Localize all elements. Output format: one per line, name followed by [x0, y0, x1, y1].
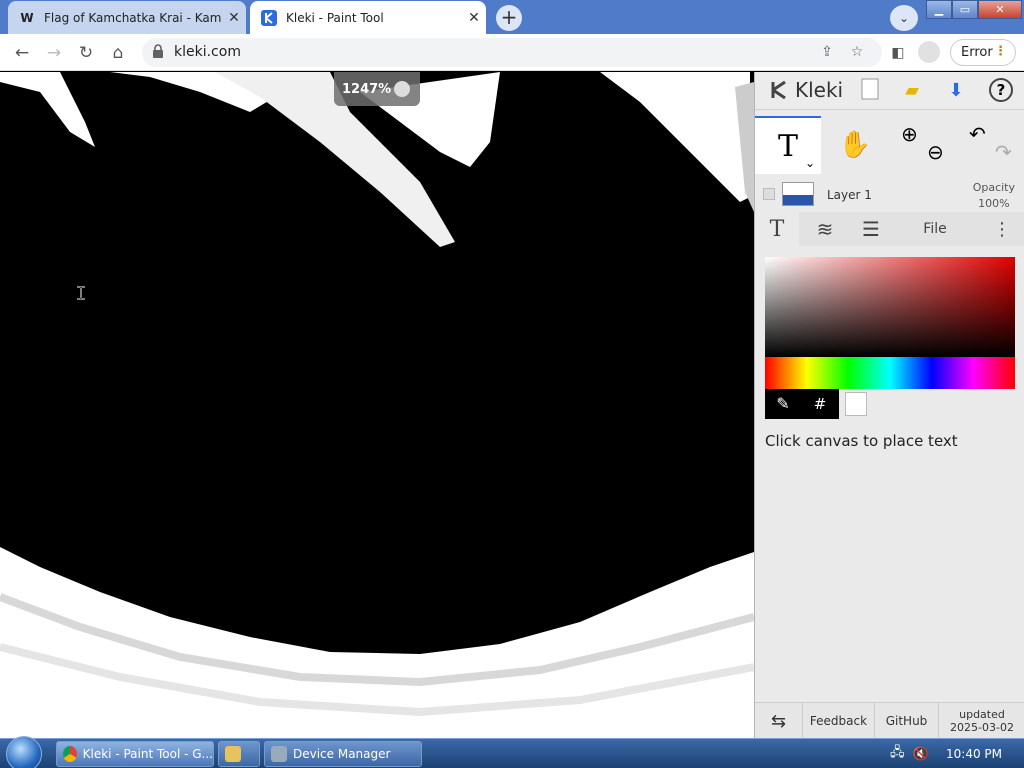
zoom-tool: ⊕ ⊖	[893, 116, 953, 174]
menu-dots-icon: ⋮	[994, 44, 1007, 59]
clock[interactable]: 10:40 PM	[946, 747, 1002, 761]
updated-label: updated	[959, 708, 1005, 721]
github-link[interactable]: GitHub	[875, 703, 939, 739]
taskbar-item-label: Device Manager	[293, 747, 391, 761]
taskbar-item-label: Kleki - Paint Tool - G...	[82, 747, 213, 761]
zoom-out-icon[interactable]: ⊖	[927, 140, 944, 164]
home-icon[interactable]: ⌂	[106, 41, 130, 65]
taskbar-item-explorer[interactable]	[218, 741, 260, 767]
kleki-icon	[260, 9, 278, 27]
volume-muted-icon[interactable]: 🔇	[913, 747, 929, 762]
tab-close-icon[interactable]: ✕	[222, 10, 246, 26]
kleki-logo-icon	[771, 80, 786, 100]
reload-icon[interactable]: ↻	[74, 41, 98, 65]
zoom-in-icon[interactable]: ⊕	[901, 122, 918, 146]
kleki-side-panel: Kleki ▰ ⬇ ? T ⌄ ✋ ⊕ ⊖ ↶ ↷ Layer 1 Opacit…	[754, 72, 1024, 739]
layer-row[interactable]: Layer 1 Opacity 100%	[755, 176, 1024, 212]
panel-header: Kleki ▰ ⬇ ?	[755, 72, 1024, 110]
canvas-image	[0, 72, 754, 738]
swap-panel-side-icon[interactable]: ⇆	[755, 703, 803, 739]
updated-date: 2025-03-02	[950, 721, 1014, 734]
panel-tabs: T ≋ ☰ File ⋮	[755, 212, 1024, 246]
color-controls: ✎ #	[765, 389, 1015, 419]
updated-info: updated 2025-03-02	[939, 703, 1024, 739]
tab-title: Flag of Kamchatka Krai - Kamchatka	[44, 10, 222, 25]
more-menu-icon[interactable]: ⋮	[987, 212, 1017, 246]
browser-toolbar: ← → ↻ ⌂ kleki.com ⇪ ☆ ◧ Error ⋮	[0, 34, 1024, 71]
tab-close-icon[interactable]: ✕	[462, 10, 486, 26]
folder-icon	[225, 746, 241, 762]
layers-icon[interactable]: ≋	[807, 212, 843, 246]
screen: W Flag of Kamchatka Krai - Kamchatka ✕ K…	[0, 0, 1024, 768]
tab-wikipedia[interactable]: W Flag of Kamchatka Krai - Kamchatka ✕	[8, 1, 246, 34]
taskbar-item-chrome[interactable]: Kleki - Paint Tool - G...	[56, 741, 214, 767]
text-tool-hint: Click canvas to place text	[765, 432, 958, 450]
layer-visibility-checkbox[interactable]	[763, 188, 775, 200]
undo-icon[interactable]: ↶	[969, 122, 986, 146]
layer-name: Layer 1	[827, 188, 872, 202]
back-arrow-icon[interactable]: ←	[10, 41, 34, 65]
panel-footer: ⇆ Feedback GitHub updated 2025-03-02	[755, 702, 1024, 739]
opacity-label: Opacity	[972, 181, 1015, 194]
opacity-value: 100%	[978, 197, 1010, 210]
history-tool: ↶ ↷	[961, 116, 1021, 174]
error-label: Error	[961, 45, 993, 60]
eyedropper-icon[interactable]: ✎	[765, 389, 801, 419]
bookmark-star-icon[interactable]: ☆	[848, 44, 866, 62]
zoom-indicator[interactable]: 1247%	[334, 72, 420, 106]
forward-arrow-icon[interactable]: →	[42, 41, 66, 65]
current-color-swatch[interactable]	[845, 392, 867, 416]
tab-kleki[interactable]: Kleki - Paint Tool ✕	[250, 1, 486, 34]
download-icon[interactable]: ⬇	[943, 78, 969, 104]
hex-input-button[interactable]: #	[801, 389, 839, 419]
taskbar-item-device-manager[interactable]: Device Manager	[264, 741, 422, 767]
rotation-compass-icon[interactable]	[394, 81, 410, 97]
device-manager-icon	[271, 746, 287, 762]
new-image-icon[interactable]	[857, 78, 883, 104]
help-icon[interactable]: ?	[989, 78, 1013, 102]
text-tool-button[interactable]: T ⌄	[755, 116, 821, 174]
hue-slider[interactable]	[765, 357, 1015, 389]
network-icon[interactable]: 🖧	[890, 743, 905, 765]
adjustments-sliders-icon[interactable]: ☰	[851, 212, 891, 246]
error-button[interactable]: Error ⋮	[950, 39, 1016, 66]
url-text: kleki.com	[174, 44, 241, 60]
logo-text: Kleki	[795, 78, 844, 102]
share-icon[interactable]: ⇪	[818, 44, 836, 62]
feedback-link[interactable]: Feedback	[803, 703, 875, 739]
address-bar[interactable]: kleki.com ⇪ ☆	[142, 38, 882, 67]
tab-search-chevron-icon[interactable]: ⌄	[890, 5, 918, 31]
profile-avatar[interactable]	[918, 41, 940, 63]
side-panel-icon[interactable]: ◧	[886, 41, 910, 65]
tab-title: Kleki - Paint Tool	[286, 10, 384, 25]
drawing-canvas[interactable]: 1247%	[0, 72, 754, 738]
maximize-button[interactable]: ▭	[952, 0, 978, 19]
start-button[interactable]	[6, 736, 42, 768]
tab-text-settings[interactable]: T	[755, 212, 799, 246]
system-tray: 🖧 🔇	[880, 739, 929, 768]
layer-thumbnail	[782, 182, 814, 206]
close-window-button[interactable]: ✕	[978, 0, 1022, 19]
tool-row: T ⌄ ✋ ⊕ ⊖ ↶ ↷	[755, 116, 1024, 176]
windows-taskbar: Kleki - Paint Tool - G... Device Manager…	[0, 736, 1024, 768]
window-controls: ▁ ▭ ✕	[926, 0, 1022, 20]
browser-tab-strip: W Flag of Kamchatka Krai - Kamchatka ✕ K…	[0, 0, 1024, 34]
chevron-down-icon: ⌄	[804, 156, 815, 170]
lock-icon	[153, 44, 163, 58]
redo-icon[interactable]: ↷	[995, 140, 1012, 164]
open-folder-icon[interactable]: ▰	[899, 78, 925, 104]
color-saturation-picker[interactable]	[765, 257, 1015, 357]
text-cursor-icon	[77, 286, 85, 300]
tab-file[interactable]: File	[905, 212, 965, 246]
layer-opacity[interactable]: Opacity 100%	[973, 180, 1015, 212]
chrome-icon	[63, 746, 77, 762]
kleki-logo[interactable]: Kleki	[769, 78, 843, 102]
new-tab-button[interactable]: +	[496, 5, 522, 31]
wikipedia-icon: W	[20, 10, 34, 25]
minimize-button[interactable]: ▁	[926, 0, 952, 19]
zoom-level: 1247%	[342, 82, 392, 97]
hand-tool-icon[interactable]: ✋	[825, 116, 885, 174]
